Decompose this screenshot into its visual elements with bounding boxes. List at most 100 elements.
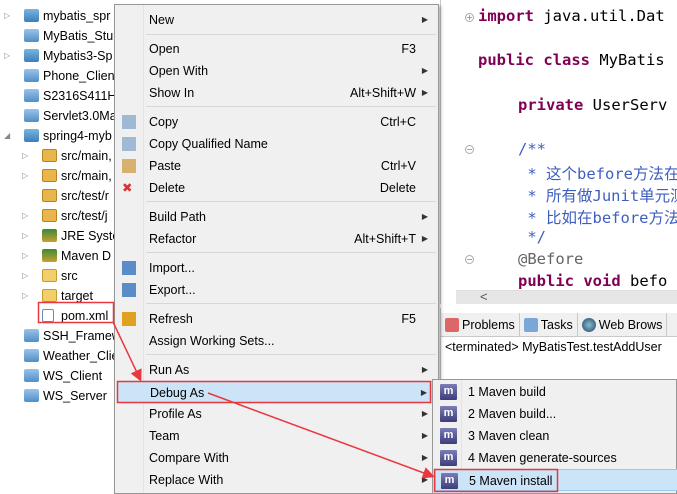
submenu-item-maven[interactable]: m 5 Maven install: [435, 469, 677, 491]
submenu-arrow-icon: ▶: [421, 431, 428, 440]
tree-item[interactable]: pom.xml: [0, 306, 116, 326]
menu-item-run-as[interactable]: Run As ▶: [117, 359, 436, 381]
submenu-item-label: 1 Maven build: [468, 385, 546, 399]
tab-web-browser[interactable]: Web Brows: [578, 313, 668, 337]
collapsed-twisty-icon[interactable]: ▷: [22, 146, 30, 166]
menu-item-new[interactable]: New ▶: [117, 9, 436, 31]
menu-item-profile-as[interactable]: Profile As ▶: [117, 403, 436, 425]
collapse-icon[interactable]: −: [465, 255, 474, 264]
tree-item[interactable]: Phone_Client: [0, 66, 116, 86]
menu-item-import[interactable]: Import...: [117, 257, 436, 279]
menu-item-label: Assign Working Sets...: [149, 334, 275, 348]
tab-problems[interactable]: Problems: [441, 313, 520, 337]
horizontal-scrollbar[interactable]: <: [456, 289, 677, 304]
paste-icon: [122, 159, 136, 173]
menu-item-debug-as[interactable]: Debug As ▶: [117, 381, 436, 403]
tree-item[interactable]: MyBatis_Stu: [0, 26, 116, 46]
comment-line: * 所有做Junit单元测: [518, 187, 677, 205]
menu-item-team[interactable]: Team ▶: [117, 425, 436, 447]
folder-icon: [42, 289, 57, 302]
collapsed-twisty-icon[interactable]: ▷: [4, 46, 12, 66]
tree-item[interactable]: ▷ mybatis_spr: [0, 6, 116, 26]
expanded-twisty-icon[interactable]: ◢: [4, 126, 12, 146]
tree-item-label: src/test/r: [61, 189, 109, 203]
problems-icon: [445, 318, 459, 332]
project-icon: [24, 389, 39, 402]
submenu-item-maven[interactable]: m 3 Maven clean: [435, 425, 677, 447]
tab-tasks[interactable]: Tasks: [520, 313, 578, 337]
tree-item[interactable]: S2316S411H: [0, 86, 116, 106]
tree-item[interactable]: ▷ src/main,: [0, 146, 116, 166]
package-folder-icon: [42, 209, 57, 222]
tree-item-label: src/main,: [61, 169, 112, 183]
collapse-icon[interactable]: −: [465, 145, 474, 154]
comment-line: /**: [518, 140, 546, 158]
submenu-item-maven[interactable]: m 4 Maven generate-sources: [435, 447, 677, 469]
menu-item-label: Profile As: [149, 407, 202, 421]
menu-item-build-path[interactable]: Build Path ▶: [117, 206, 436, 228]
tree-item[interactable]: Weather_Clie: [0, 346, 116, 366]
tree-item[interactable]: WS_Server: [0, 386, 116, 406]
collapsed-twisty-icon[interactable]: ▷: [22, 206, 30, 226]
keyword: private: [518, 96, 584, 114]
menu-item-open[interactable]: Open F3: [117, 38, 436, 60]
collapsed-twisty-icon[interactable]: ▷: [22, 226, 30, 246]
collapsed-twisty-icon[interactable]: ▷: [22, 266, 30, 286]
menu-item-label: Compare With: [149, 451, 229, 465]
collapsed-twisty-icon[interactable]: ▷: [22, 246, 30, 266]
library-icon: [42, 249, 57, 262]
submenu-item-label: 2 Maven build...: [468, 407, 557, 421]
project-icon: [24, 329, 39, 342]
menu-item-copy[interactable]: Copy Ctrl+C: [117, 111, 436, 133]
menu-item-assign-working-sets[interactable]: Assign Working Sets...: [117, 330, 436, 352]
code-editor[interactable]: + import java.util.Dat public class MyBa…: [440, 0, 677, 304]
tree-item[interactable]: ▷ target: [0, 286, 116, 306]
tree-item[interactable]: ▷ src: [0, 266, 116, 286]
collapsed-twisty-icon[interactable]: ▷: [22, 286, 30, 306]
maven-icon: m: [440, 406, 457, 422]
tree-item[interactable]: ▷ Maven D: [0, 246, 116, 266]
submenu-item-maven[interactable]: m 2 Maven build...: [435, 403, 677, 425]
menu-item-paste[interactable]: Paste Ctrl+V: [117, 155, 436, 177]
refresh-icon: [122, 312, 136, 326]
menu-item-show-in[interactable]: Show In Alt+Shift+W ▶: [117, 82, 436, 104]
menu-item-export[interactable]: Export...: [117, 279, 436, 301]
shortcut-label: F5: [401, 312, 416, 326]
submenu-item-maven[interactable]: m 1 Maven build: [435, 381, 677, 403]
menu-item-refresh[interactable]: Refresh F5: [117, 308, 436, 330]
keyword: public class: [478, 51, 590, 69]
menu-separator: [146, 252, 436, 253]
submenu-arrow-icon: ▶: [421, 212, 428, 221]
submenu-arrow-icon: ▶: [421, 66, 428, 75]
tree-item[interactable]: ◢ spring4-myb: [0, 126, 116, 146]
menu-item-delete[interactable]: ✖ Delete Delete: [117, 177, 436, 199]
menu-item-compare-with[interactable]: Compare With ▶: [117, 447, 436, 469]
menu-item-label: Refresh: [149, 312, 193, 326]
tree-item[interactable]: src/test/r: [0, 186, 116, 206]
package-folder-icon: [42, 149, 57, 162]
collapsed-twisty-icon[interactable]: ▷: [4, 6, 12, 26]
menu-item-refactor[interactable]: Refactor Alt+Shift+T ▶: [117, 228, 436, 250]
menu-item-copy-qualified-name[interactable]: Copy Qualified Name: [117, 133, 436, 155]
tree-item[interactable]: SSH_Framew: [0, 326, 116, 346]
project-icon: [24, 89, 39, 102]
tree-item-label: mybatis_spr: [43, 9, 111, 23]
tree-item[interactable]: ▷ Mybatis3-Sp: [0, 46, 116, 66]
tree-item[interactable]: ▷ JRE Syste: [0, 226, 116, 246]
tree-item[interactable]: ▷ src/main,: [0, 166, 116, 186]
tree-item[interactable]: ▷ src/test/j: [0, 206, 116, 226]
tree-item-label: WS_Server: [43, 389, 107, 403]
shortcut-label: Ctrl+C: [380, 115, 416, 129]
menu-item-replace-with[interactable]: Replace With ▶: [117, 469, 436, 491]
tree-item[interactable]: WS_Client: [0, 366, 116, 386]
expand-icon[interactable]: +: [465, 13, 474, 22]
collapsed-twisty-icon[interactable]: ▷: [22, 166, 30, 186]
scroll-left-button[interactable]: <: [480, 289, 488, 304]
menu-item-open-with[interactable]: Open With ▶: [117, 60, 436, 82]
tasks-icon: [523, 318, 538, 332]
copy-icon: [122, 115, 136, 129]
menu-separator: [146, 34, 436, 35]
tree-item[interactable]: Servlet3.0Ma: [0, 106, 116, 126]
submenu-arrow-icon: ▶: [421, 475, 428, 484]
code-line: public void befo: [518, 272, 667, 290]
